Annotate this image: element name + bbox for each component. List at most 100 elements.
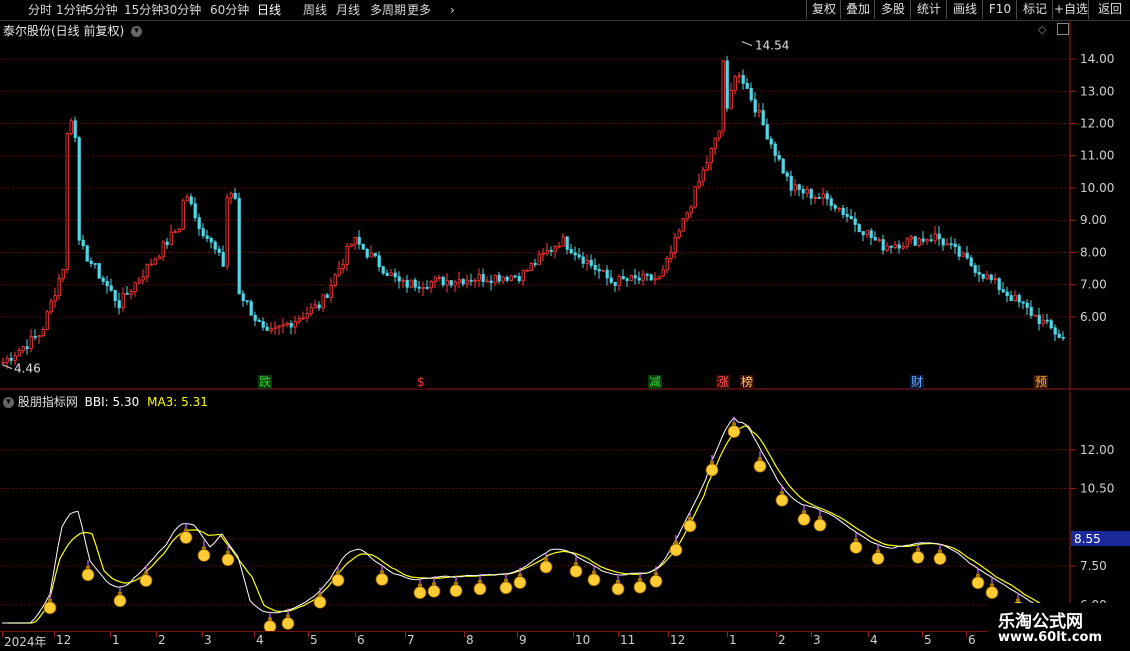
event-badge[interactable]: 预 [1034, 375, 1049, 389]
money-bag-tie [758, 457, 762, 461]
event-badge[interactable]: $ [416, 375, 426, 389]
money-bag-tie [286, 614, 290, 618]
toolbar-button-5[interactable]: F10 [982, 0, 1017, 19]
candle-body [289, 322, 293, 328]
toolbar-button-6[interactable]: 标记 [1016, 0, 1053, 19]
candle-body [861, 231, 865, 236]
toolbar-button-1[interactable]: 叠加 [840, 0, 875, 19]
candle-body [585, 259, 589, 264]
indicator-panel[interactable]: 12.0010.507.506.008.55 ▾ 股朋指标网 BBI: 5.30… [0, 391, 1130, 631]
candle-body [733, 76, 737, 91]
candle-body [761, 110, 765, 126]
candle-body [161, 241, 165, 258]
candle-body [769, 138, 773, 145]
candle-body [89, 260, 93, 264]
toolbar-tab-6[interactable]: 日线 [257, 2, 281, 18]
ma3-series-line [8, 425, 1069, 624]
event-badge[interactable]: 减 [648, 375, 663, 389]
ma3-value: MA3: 5.31 [147, 395, 208, 409]
money-bag-body [179, 531, 193, 544]
price-label: 12.00 [1080, 117, 1114, 131]
candle-body [877, 239, 881, 242]
toolbar-tab-7[interactable]: 周线 [303, 2, 327, 18]
price-label: 9.00 [1080, 213, 1107, 227]
candle-body [253, 314, 257, 321]
candle-body [833, 205, 837, 209]
candle-body [129, 291, 133, 295]
money-bag-tie [976, 573, 980, 577]
money-bag-icon [139, 565, 153, 587]
toolbar-tab-5[interactable]: 60分钟 [210, 2, 249, 18]
toolbar-tab-9[interactable]: 多周期 [370, 2, 406, 18]
diamond-icon[interactable]: ◇ [1038, 23, 1046, 36]
price-chart-panel[interactable]: 14.00 13.00 12.00 11.00 10.00 9.00 8.00 7.00 6.0… [0, 20, 1130, 390]
toolbar-tab-0[interactable]: 分时 [28, 2, 52, 18]
date-tick [308, 632, 309, 637]
chevron-down-icon[interactable]: ▾ [3, 397, 14, 408]
candle-body [521, 269, 525, 282]
current-value-label: 8.55 [1074, 532, 1101, 546]
toolbar-button-0[interactable]: 复权 [806, 0, 841, 19]
toolbar-tab-8[interactable]: 月线 [336, 2, 360, 18]
candle-body [961, 252, 965, 257]
candle-body [17, 350, 21, 357]
candle-body [113, 289, 117, 302]
toolbar-tab-4[interactable]: 30分钟 [162, 2, 201, 18]
candle-body [589, 259, 593, 266]
toolbar-tab-2[interactable]: 5分钟 [86, 2, 118, 18]
chevron-right-icon[interactable]: › [450, 2, 455, 18]
money-bag-tie [616, 579, 620, 583]
money-bag-tie [202, 546, 206, 550]
candle-body [921, 238, 925, 242]
candle-body [689, 206, 693, 214]
date-label: 5 [310, 633, 318, 647]
toolbar-tab-1[interactable]: 1分钟 [56, 2, 88, 18]
candle-body [577, 254, 581, 258]
money-bag-body [611, 582, 625, 596]
money-bag-tie [818, 516, 822, 520]
event-badge[interactable]: 跌 [258, 375, 273, 389]
indicator-chart[interactable]: 12.0010.507.506.008.55 [0, 391, 1130, 631]
money-bag-tie [184, 528, 188, 532]
money-bag-tie [226, 550, 230, 554]
event-badge[interactable]: 涨 [716, 375, 731, 389]
bbi-value: BBI: 5.30 [84, 395, 140, 409]
candle-body [629, 275, 633, 281]
candle-body [897, 244, 901, 249]
candle-body [413, 279, 417, 288]
date-tick [922, 632, 923, 637]
money-bag-icon [113, 585, 127, 608]
money-bag-body [569, 564, 583, 578]
toolbar-tab-3[interactable]: 15分钟 [124, 2, 163, 18]
candle-body [809, 189, 813, 199]
candle-body [945, 243, 949, 246]
candle-body [101, 277, 105, 282]
candle-body [717, 130, 721, 139]
money-bag-icon [753, 451, 767, 473]
chevron-down-icon[interactable]: ▾ [131, 26, 143, 37]
event-badge[interactable]: 财 [910, 375, 925, 389]
candle-body [853, 218, 857, 225]
candle-body [645, 273, 649, 276]
money-bag-body [683, 519, 697, 533]
toolbar-button-2[interactable]: 多股 [874, 0, 911, 19]
toolbar-tab-10[interactable]: 更多 [407, 2, 431, 18]
panel-toggle-icon[interactable] [1057, 23, 1069, 35]
candle-body [437, 276, 441, 279]
candle-body [1013, 294, 1017, 302]
toolbar-button-8[interactable]: 返回 [1088, 0, 1130, 19]
candle-body [309, 307, 313, 314]
toolbar-button-7[interactable]: +自选 [1052, 0, 1089, 19]
toolbar-button-3[interactable]: 统计 [910, 0, 947, 19]
price-chart[interactable]: 14.00 13.00 12.00 11.00 10.00 9.00 8.00 7.00 6.0… [0, 20, 1130, 390]
candle-body [949, 243, 953, 246]
candle-body [181, 200, 185, 230]
money-bag-tie [454, 581, 458, 585]
candle-body [781, 158, 785, 174]
candle-body [529, 263, 533, 271]
candle-body [729, 89, 733, 109]
event-badge[interactable]: 榜 [740, 375, 755, 389]
money-bag-body [413, 586, 427, 600]
candle-body [149, 263, 153, 266]
toolbar-button-4[interactable]: 画线 [946, 0, 983, 19]
